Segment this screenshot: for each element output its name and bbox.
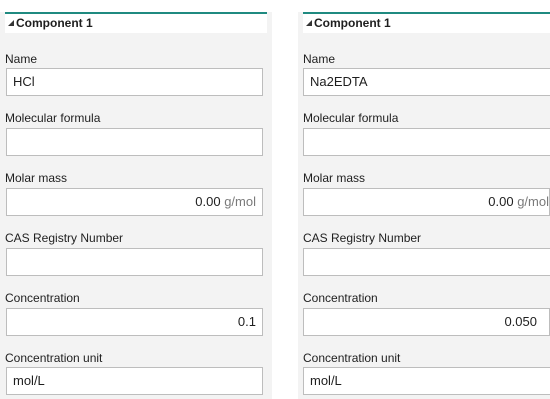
name-input[interactable]: Na2EDTA — [303, 68, 550, 96]
concentration-unit-label: Concentration unit — [303, 351, 401, 365]
concentration-input[interactable]: 0.050 — [303, 308, 550, 336]
name-label: Name — [5, 52, 38, 66]
concentration-unit-input[interactable]: mol/L — [303, 367, 550, 395]
component-panel-left: Component 1 Name HCl Molecular formula M… — [0, 12, 272, 399]
concentration-label: Concentration — [303, 291, 378, 305]
collapse-triangle-icon[interactable] — [8, 20, 14, 26]
component-title: Component 1 — [16, 16, 93, 30]
component-panel-right: Component 1 Name Na2EDTA Molecular formu… — [298, 12, 550, 399]
cas-registry-input[interactable] — [6, 248, 263, 276]
molecular-formula-label: Molecular formula — [5, 111, 101, 125]
molar-mass-value: 0.00 — [488, 194, 514, 209]
concentration-input[interactable]: 0.1 — [6, 308, 263, 336]
cas-registry-label: CAS Registry Number — [303, 231, 422, 245]
molar-mass-unit: g/mol — [517, 194, 549, 209]
molar-mass-input[interactable]: 0.00 g/mol — [303, 188, 550, 216]
component-header[interactable]: Component 1 — [5, 12, 267, 33]
molar-mass-value: 0.00 — [195, 194, 221, 209]
molecular-formula-label: Molecular formula — [303, 111, 399, 125]
component-header[interactable]: Component 1 — [303, 12, 550, 33]
name-input[interactable]: HCl — [6, 68, 263, 96]
concentration-unit-input[interactable]: mol/L — [6, 367, 263, 395]
concentration-unit-label: Concentration unit — [5, 351, 103, 365]
component-title: Component 1 — [314, 16, 391, 30]
cas-registry-input[interactable] — [303, 248, 550, 276]
name-label: Name — [303, 52, 336, 66]
molar-mass-label: Molar mass — [5, 171, 68, 185]
concentration-label: Concentration — [5, 291, 80, 305]
cas-registry-label: CAS Registry Number — [5, 231, 124, 245]
panel-divider — [272, 0, 298, 399]
molar-mass-unit: g/mol — [224, 194, 256, 209]
molar-mass-label: Molar mass — [303, 171, 366, 185]
molecular-formula-input[interactable] — [6, 128, 263, 156]
molecular-formula-input[interactable] — [303, 128, 550, 156]
molar-mass-input[interactable]: 0.00 g/mol — [6, 188, 263, 216]
collapse-triangle-icon[interactable] — [306, 20, 312, 26]
